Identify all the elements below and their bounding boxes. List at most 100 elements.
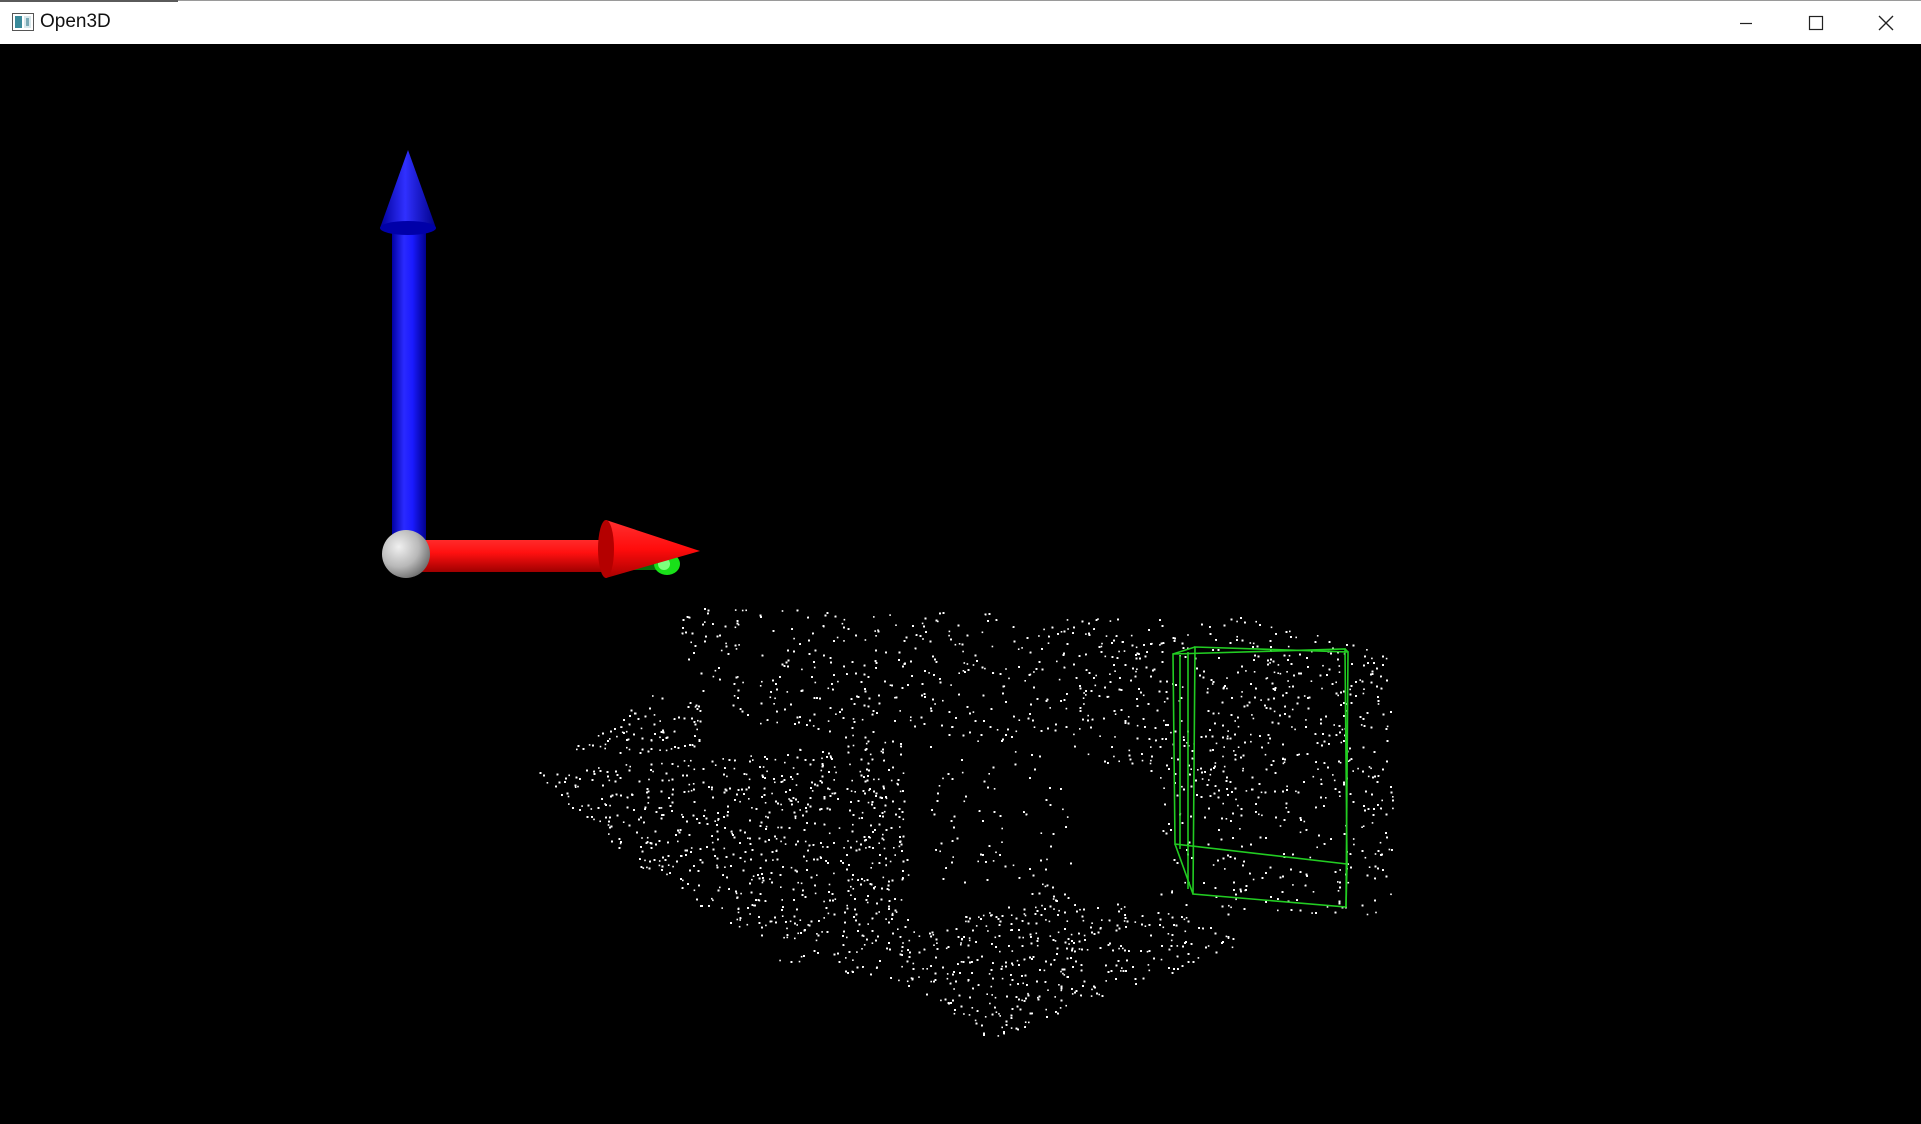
cloud-point (576, 748, 578, 751)
cloud-point (1150, 746, 1152, 748)
cloud-point (1241, 691, 1243, 693)
cloud-point (845, 957, 847, 959)
cloud-point (1033, 671, 1035, 673)
cloud-point (961, 771, 964, 774)
cloud-point (823, 917, 825, 919)
close-button[interactable] (1851, 1, 1921, 44)
cloud-point (1379, 841, 1382, 844)
cloud-point (1123, 906, 1126, 908)
cloud-point (1207, 687, 1209, 690)
cloud-point (720, 649, 723, 652)
cloud-point (1066, 619, 1069, 621)
cloud-point (1043, 628, 1045, 631)
cloud-point (875, 635, 877, 637)
cloud-point (852, 888, 855, 890)
cloud-point (1207, 945, 1210, 947)
cloud-point (895, 911, 898, 913)
cloud-point (921, 622, 924, 625)
cloud-point (734, 626, 737, 629)
cloud-point (642, 867, 645, 869)
cloud-point (773, 703, 775, 705)
cloud-point (953, 1012, 956, 1015)
cloud-point (775, 838, 778, 840)
cloud-point (909, 719, 912, 722)
cloud-point (670, 748, 673, 750)
cloud-point (1277, 672, 1279, 674)
cloud-point (1197, 769, 1199, 771)
cloud-point (790, 866, 793, 869)
cloud-point (796, 924, 798, 926)
cloud-point (852, 734, 854, 737)
cloud-point (1337, 694, 1339, 697)
cloud-point (1114, 713, 1117, 715)
open3d-app-icon[interactable] (12, 13, 34, 31)
cloud-point (750, 755, 752, 757)
cloud-point (711, 788, 713, 791)
cloud-point (644, 859, 646, 862)
cloud-point (1062, 808, 1064, 811)
cloud-point (1362, 825, 1365, 827)
cloud-point (942, 777, 944, 780)
cloud-point (772, 859, 774, 861)
cloud-point (901, 965, 903, 968)
cloud-point (1291, 708, 1294, 711)
cloud-point (1223, 765, 1226, 768)
cloud-point (849, 763, 851, 766)
cloud-point (1146, 950, 1149, 953)
cloud-point (1008, 677, 1010, 680)
cloud-point (1245, 670, 1247, 672)
cloud-point (1163, 719, 1165, 722)
cloud-point (833, 872, 835, 875)
cloud-point (873, 616, 875, 618)
cloud-point (734, 609, 737, 611)
cloud-point (1073, 733, 1075, 736)
cloud-point (1181, 785, 1183, 788)
3d-render-viewport[interactable] (0, 44, 1921, 1124)
cloud-point (742, 681, 744, 684)
cloud-point (1045, 919, 1047, 921)
cloud-point (813, 666, 816, 669)
cloud-point (869, 753, 872, 756)
minimize-button[interactable] (1711, 1, 1781, 44)
cloud-point (1338, 671, 1341, 673)
cloud-point (974, 1019, 977, 1022)
cloud-point (784, 843, 787, 845)
cloud-point (1258, 813, 1260, 816)
maximize-button[interactable] (1781, 1, 1851, 44)
cloud-point (1070, 933, 1073, 936)
cloud-point (759, 685, 762, 687)
cloud-point (835, 771, 837, 774)
cloud-point (1159, 644, 1161, 646)
cloud-point (1288, 686, 1291, 688)
cloud-point (1052, 898, 1055, 900)
cloud-point (1234, 720, 1236, 722)
cloud-point (1148, 969, 1151, 972)
cloud-point (1141, 759, 1144, 762)
title-bar[interactable]: Open3D (0, 0, 1921, 44)
cloud-point (1085, 694, 1087, 696)
cloud-point (789, 920, 792, 923)
cloud-point (604, 743, 607, 746)
cloud-point (690, 759, 692, 762)
cloud-point (1060, 970, 1062, 973)
cloud-point (1118, 650, 1120, 653)
cloud-point (898, 979, 900, 982)
cloud-point (1385, 657, 1388, 660)
cloud-point (1023, 913, 1026, 915)
cloud-point (1325, 797, 1327, 799)
cloud-point (1087, 714, 1089, 717)
cloud-point (1054, 996, 1056, 998)
cloud-point (1163, 787, 1165, 789)
cloud-point (977, 860, 979, 863)
cloud-point (761, 881, 764, 884)
cloud-point (1279, 672, 1282, 675)
cloud-point (977, 740, 979, 742)
cloud-point (866, 901, 869, 904)
cloud-point (1236, 620, 1238, 623)
cloud-point (1001, 965, 1003, 968)
cloud-point (984, 1016, 987, 1018)
cloud-point (1150, 759, 1152, 762)
cloud-point (897, 928, 899, 930)
cloud-point (1282, 762, 1285, 765)
cloud-point (1066, 816, 1069, 818)
